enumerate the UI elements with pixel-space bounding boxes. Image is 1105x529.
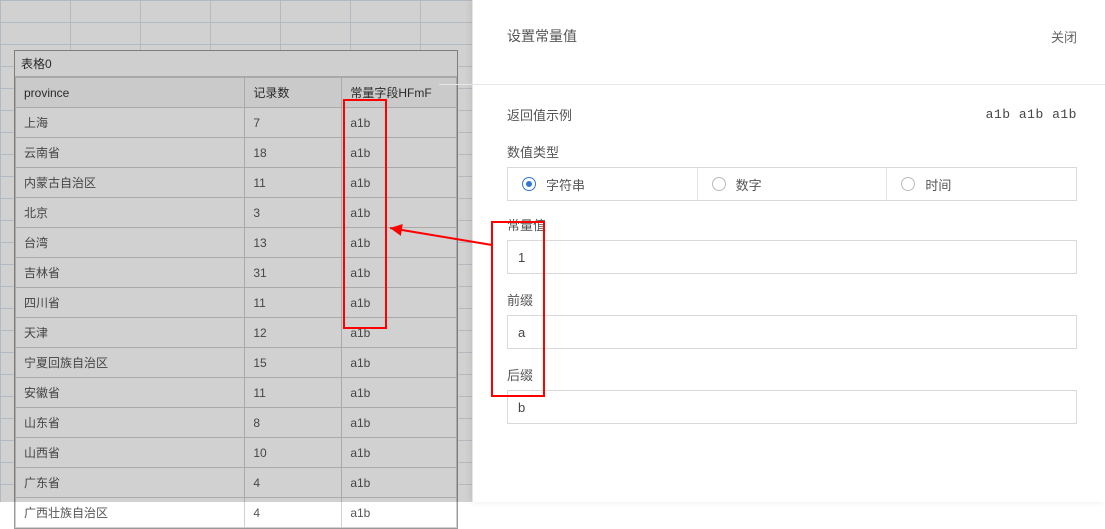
table-component: 表格0 province 记录数 常量字段HFmF 上海7a1b云南省18a1b…	[14, 50, 458, 529]
cell-constv: a1b	[342, 498, 457, 528]
table-row[interactable]: 内蒙古自治区11a1b	[16, 168, 457, 198]
cell-count: 12	[245, 318, 342, 348]
radio-dot-icon	[901, 177, 915, 191]
panel-title: 设置常量值	[507, 26, 577, 46]
cell-constv: a1b	[342, 378, 457, 408]
cell-constv: a1b	[342, 438, 457, 468]
radio-string[interactable]: 字符串	[508, 168, 698, 200]
cell-province: 广东省	[16, 468, 245, 498]
example-label: 返回值示例	[507, 105, 572, 124]
radio-number[interactable]: 数字	[698, 168, 888, 200]
cell-constv: a1b	[342, 468, 457, 498]
cell-province: 四川省	[16, 288, 245, 318]
cell-count: 13	[245, 228, 342, 258]
cell-count: 4	[245, 498, 342, 528]
cell-province: 北京	[16, 198, 245, 228]
cell-province: 宁夏回族自治区	[16, 348, 245, 378]
cell-constv: a1b	[342, 198, 457, 228]
cell-constv: a1b	[342, 168, 457, 198]
table-row[interactable]: 宁夏回族自治区15a1b	[16, 348, 457, 378]
cell-province: 台湾	[16, 228, 245, 258]
cell-count: 3	[245, 198, 342, 228]
cell-count: 15	[245, 348, 342, 378]
cell-constv: a1b	[342, 288, 457, 318]
radio-number-label: 数字	[736, 175, 762, 194]
suffix-label: 后缀	[507, 365, 1077, 384]
cell-constv: a1b	[342, 228, 457, 258]
cell-province: 吉林省	[16, 258, 245, 288]
table-row[interactable]: 山东省8a1b	[16, 408, 457, 438]
cell-count: 11	[245, 378, 342, 408]
cell-province: 天津	[16, 318, 245, 348]
cell-province: 上海	[16, 108, 245, 138]
cell-count: 31	[245, 258, 342, 288]
cell-province: 广西壮族自治区	[16, 498, 245, 528]
table-header-row: province 记录数 常量字段HFmF	[16, 78, 457, 108]
table-row[interactable]: 四川省11a1b	[16, 288, 457, 318]
table-row[interactable]: 上海7a1b	[16, 108, 457, 138]
table-row[interactable]: 广西壮族自治区4a1b	[16, 498, 457, 528]
table-row[interactable]: 吉林省31a1b	[16, 258, 457, 288]
example-value: a1b a1b a1b	[986, 107, 1077, 122]
radio-time[interactable]: 时间	[887, 168, 1076, 200]
cell-count: 18	[245, 138, 342, 168]
cell-province: 山西省	[16, 438, 245, 468]
prefix-label: 前缀	[507, 290, 1077, 309]
prefix-input[interactable]	[507, 315, 1077, 349]
cell-constv: a1b	[342, 138, 457, 168]
cell-constv: a1b	[342, 108, 457, 138]
type-label: 数值类型	[507, 142, 1077, 161]
cell-province: 内蒙古自治区	[16, 168, 245, 198]
close-button[interactable]: 关闭	[1051, 27, 1077, 46]
table-row[interactable]: 天津12a1b	[16, 318, 457, 348]
table-title: 表格0	[15, 51, 457, 77]
const-label: 常量值	[507, 215, 1077, 234]
cell-constv: a1b	[342, 408, 457, 438]
cell-province: 山东省	[16, 408, 245, 438]
table-row[interactable]: 北京3a1b	[16, 198, 457, 228]
table-row[interactable]: 广东省4a1b	[16, 468, 457, 498]
cell-province: 安徽省	[16, 378, 245, 408]
cell-constv: a1b	[342, 348, 457, 378]
col-constant[interactable]: 常量字段HFmF	[342, 78, 457, 108]
cell-count: 11	[245, 288, 342, 318]
const-input[interactable]	[507, 240, 1077, 274]
radio-string-label: 字符串	[546, 175, 585, 194]
cell-count: 4	[245, 468, 342, 498]
cell-constv: a1b	[342, 318, 457, 348]
example-row: 返回值示例 a1b a1b a1b	[507, 105, 1077, 124]
cell-count: 7	[245, 108, 342, 138]
cell-count: 10	[245, 438, 342, 468]
table-row[interactable]: 山西省10a1b	[16, 438, 457, 468]
cell-province: 云南省	[16, 138, 245, 168]
data-table: province 记录数 常量字段HFmF 上海7a1b云南省18a1b内蒙古自…	[15, 77, 457, 528]
radio-time-label: 时间	[925, 175, 951, 194]
table-row[interactable]: 云南省18a1b	[16, 138, 457, 168]
radio-dot-icon	[712, 177, 726, 191]
radio-dot-icon	[522, 177, 536, 191]
table-row[interactable]: 安徽省11a1b	[16, 378, 457, 408]
settings-panel: 设置常量值 关闭 返回值示例 a1b a1b a1b 数值类型 字符串 数字 时…	[472, 0, 1105, 502]
type-radio-group: 字符串 数字 时间	[507, 167, 1077, 201]
cell-constv: a1b	[342, 258, 457, 288]
suffix-input[interactable]	[507, 390, 1077, 424]
table-row[interactable]: 台湾13a1b	[16, 228, 457, 258]
panel-header: 设置常量值 关闭	[507, 26, 1077, 46]
col-province[interactable]: province	[16, 78, 245, 108]
cell-count: 11	[245, 168, 342, 198]
cell-count: 8	[245, 408, 342, 438]
col-count[interactable]: 记录数	[245, 78, 342, 108]
